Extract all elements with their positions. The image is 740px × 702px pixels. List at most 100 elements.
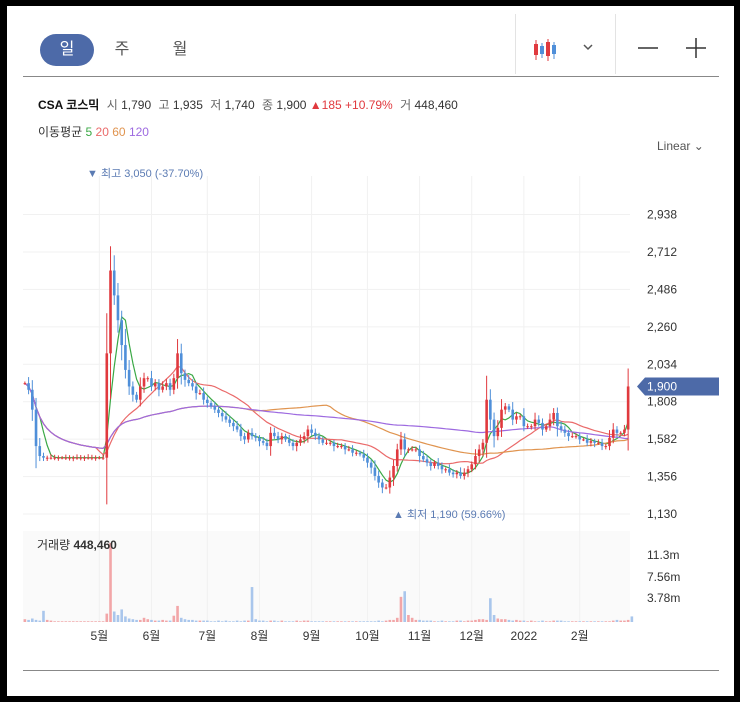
volume-bar xyxy=(139,619,142,622)
volume-tick-label: 11.3m xyxy=(647,548,679,562)
volume-bar xyxy=(381,621,384,622)
candle-body xyxy=(511,409,514,420)
volume-bar xyxy=(507,619,511,622)
volume-tick-label: 7.56m xyxy=(647,570,680,584)
volume-bar xyxy=(440,620,444,622)
candle-body xyxy=(425,459,429,463)
candle-body xyxy=(83,457,86,459)
volume-bar xyxy=(27,619,30,622)
volume-bar xyxy=(474,619,477,622)
candle-body xyxy=(530,426,533,428)
candle-body xyxy=(302,436,306,440)
time-tick-label: 8월 xyxy=(251,629,269,643)
volume-bar xyxy=(60,621,64,622)
candle-body xyxy=(362,454,366,458)
volume-bar xyxy=(246,620,250,622)
volume-bar xyxy=(626,619,630,622)
candle-body xyxy=(459,472,462,476)
candle-body xyxy=(593,441,596,443)
candle-body xyxy=(45,457,49,459)
volume-bar xyxy=(570,621,574,622)
time-tick-label: 7월 xyxy=(198,629,216,643)
volume-bar xyxy=(615,619,619,622)
time-tick-label: 5월 xyxy=(90,629,108,643)
volume-bar xyxy=(57,621,60,622)
volume-bar xyxy=(276,621,280,622)
candle-body xyxy=(343,446,347,450)
candle-body xyxy=(131,386,135,395)
candle-body xyxy=(552,412,555,420)
candle-body xyxy=(489,399,492,420)
volume-bar xyxy=(351,621,354,622)
candle-body xyxy=(619,432,622,434)
volume-bar xyxy=(343,621,347,622)
volume-bar xyxy=(79,621,83,622)
candle-body xyxy=(407,449,410,451)
price-tick-label: 2,938 xyxy=(647,208,677,222)
volume-bar xyxy=(86,621,90,622)
candle-body xyxy=(548,419,552,427)
volume-bar xyxy=(526,621,529,622)
volume-bar xyxy=(146,619,150,622)
price-tick-label: 1,130 xyxy=(647,507,677,521)
candle-body xyxy=(250,432,254,437)
volume-bar xyxy=(224,620,228,622)
candle-body xyxy=(124,345,127,370)
candle-body xyxy=(168,383,172,390)
volume-bar xyxy=(369,621,373,622)
candle-body xyxy=(507,406,511,410)
volume-bar xyxy=(135,619,138,622)
volume-bar xyxy=(90,621,94,622)
volume-bar xyxy=(64,621,68,622)
candle-body xyxy=(276,436,280,440)
candle-body xyxy=(466,469,470,473)
candle-body xyxy=(75,457,79,459)
volume-bar xyxy=(347,621,351,622)
candle-body xyxy=(112,270,116,296)
candle-body xyxy=(224,416,228,420)
candle-body xyxy=(49,457,53,459)
candle-body xyxy=(526,426,529,428)
volume-bar xyxy=(254,619,258,622)
volume-bar xyxy=(317,621,321,622)
volume-bar xyxy=(42,610,45,622)
volume-bar xyxy=(258,620,261,622)
candle-body xyxy=(139,386,142,400)
volume-bar xyxy=(459,620,462,622)
candle-body xyxy=(544,426,548,430)
candle-body xyxy=(585,439,589,443)
volume-bar xyxy=(198,620,202,622)
candle-body xyxy=(220,412,224,417)
candle-body xyxy=(105,353,109,458)
candle-body xyxy=(243,436,246,440)
candle-body xyxy=(116,295,120,321)
candle-body xyxy=(176,353,179,379)
candle-body xyxy=(53,457,56,459)
ma-lines xyxy=(24,315,629,483)
candle-body xyxy=(589,441,593,443)
volume-bar xyxy=(399,596,403,622)
volume-bar xyxy=(444,621,447,622)
volume-bar xyxy=(515,619,518,622)
volume-bar xyxy=(168,620,172,622)
candle-body xyxy=(94,457,97,459)
candle-body xyxy=(261,441,265,443)
volume-bar xyxy=(206,620,209,622)
volume-bar xyxy=(354,621,358,622)
volume-bar xyxy=(630,616,634,622)
candle-body xyxy=(604,446,608,448)
volume-bar xyxy=(235,620,239,622)
volume-bar xyxy=(243,620,246,622)
candle-body xyxy=(187,379,191,384)
volume-bar xyxy=(202,620,205,622)
candle-body xyxy=(27,383,30,390)
volume-bar xyxy=(604,621,608,622)
volume-bar xyxy=(530,620,533,622)
volume-bar xyxy=(314,621,317,622)
candle-body xyxy=(42,456,45,458)
volume-bar xyxy=(377,620,380,622)
volume-bar xyxy=(589,621,593,622)
candle-body xyxy=(265,442,269,447)
candle-body xyxy=(232,422,235,427)
candle-body xyxy=(500,409,503,428)
